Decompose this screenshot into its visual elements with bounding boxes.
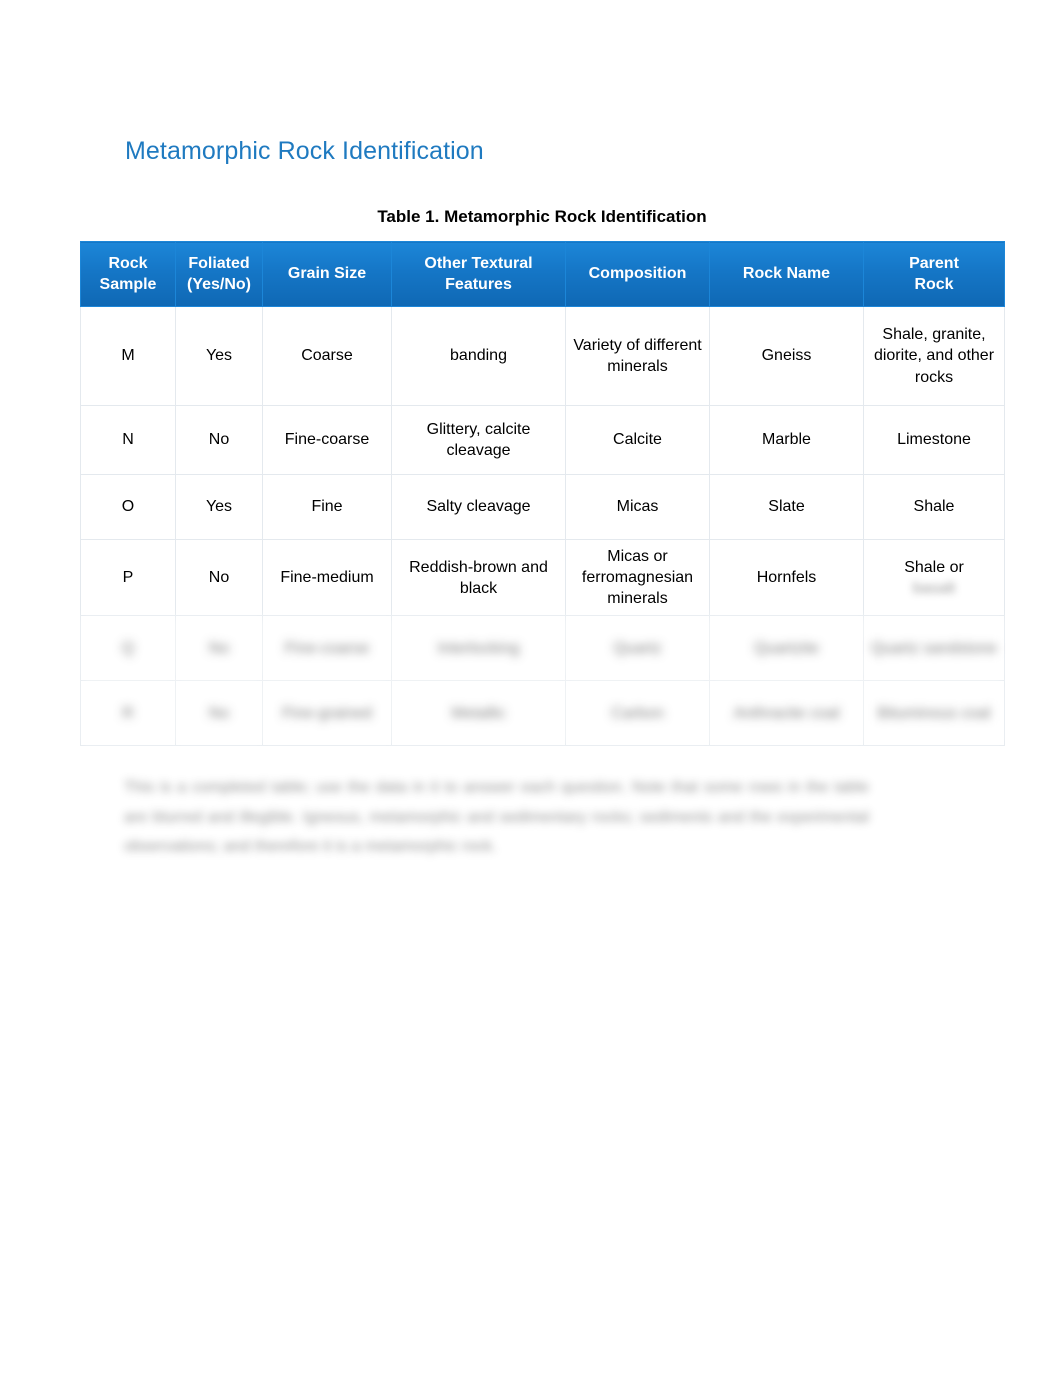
column-header-composition: Composition: [565, 241, 710, 307]
cell-rock-sample: R: [80, 680, 176, 747]
header-line-2: (Yes/No): [186, 276, 251, 293]
cell-composition: Quartz: [565, 615, 710, 682]
table-header: Rock Sample Foliated (Yes/No) Grain Size…: [80, 241, 1005, 307]
table-container: Rock Sample Foliated (Yes/No) Grain Size…: [80, 241, 1005, 747]
parent-rock-text: Shale or: [904, 558, 964, 576]
cell-parent-rock: Shale or basalt: [863, 538, 1005, 617]
body-paragraph: This is a completed table; use the data …: [124, 779, 869, 856]
cell-textural-features: Salty cleavage: [391, 474, 566, 540]
table-row: R No Fine-grained Metallic Carbon Anthra…: [80, 680, 1005, 747]
cell-grain-size: Coarse: [262, 306, 392, 406]
cell-textural-features: Metallic: [391, 680, 566, 747]
cell-parent-rock: Shale, granite, diorite, and other rocks: [863, 306, 1005, 406]
page-title: Metamorphic Rock Identification: [125, 136, 484, 165]
cell-textural-features: Glittery, calcite cleavage: [391, 405, 566, 475]
column-header-grain-size: Grain Size: [262, 241, 392, 307]
cell-composition: Micas or ferromagnesian minerals: [565, 538, 710, 617]
cell-textural-features: banding: [391, 306, 566, 406]
cell-composition: Calcite: [565, 405, 710, 475]
cell-foliated: Yes: [175, 474, 263, 540]
table-header-row: Rock Sample Foliated (Yes/No) Grain Size…: [80, 241, 1005, 307]
header-line-2: Rock: [914, 276, 954, 293]
cell-grain-size: Fine-coarse: [262, 405, 392, 475]
cell-foliated: No: [175, 538, 263, 617]
table-row: N No Fine-coarse Glittery, calcite cleav…: [80, 405, 1005, 475]
column-header-foliated: Foliated (Yes/No): [175, 241, 263, 307]
cell-rock-name: Hornfels: [709, 538, 864, 617]
cell-parent-rock: Bituminous coal: [863, 680, 1005, 747]
cell-grain-size: Fine-medium: [262, 538, 392, 617]
metamorphic-rock-table: Rock Sample Foliated (Yes/No) Grain Size…: [80, 241, 1005, 747]
cell-foliated: No: [175, 615, 263, 682]
column-header-rock-sample: Rock Sample: [80, 241, 176, 307]
cell-foliated: No: [175, 680, 263, 747]
cell-parent-rock: Quartz sandstone: [863, 615, 1005, 682]
table-row: M Yes Coarse banding Variety of differen…: [80, 306, 1005, 406]
cell-composition: Variety of different minerals: [565, 306, 710, 406]
document-page: Metamorphic Rock Identification Table 1.…: [0, 0, 1062, 1377]
cell-grain-size: Fine: [262, 474, 392, 540]
table-row: O Yes Fine Salty cleavage Micas Slate Sh…: [80, 474, 1005, 540]
cell-rock-name: Quartzite: [709, 615, 864, 682]
cell-rock-sample: N: [80, 405, 176, 475]
cell-rock-sample: M: [80, 306, 176, 406]
table-row: Q No Fine-coarse Interlocking Quartz Qua…: [80, 615, 1005, 682]
table-caption: Table 1. Metamorphic Rock Identification: [377, 207, 707, 226]
table-body: M Yes Coarse banding Variety of differen…: [80, 306, 1005, 747]
cell-rock-name: Slate: [709, 474, 864, 540]
cell-foliated: Yes: [175, 306, 263, 406]
header-line-1: Foliated: [188, 254, 250, 272]
cell-textural-features: Reddish-brown and black: [391, 538, 566, 617]
cell-textural-features: Interlocking: [391, 615, 566, 682]
header-line-1: Rock: [108, 254, 148, 272]
cell-rock-name: Marble: [709, 405, 864, 475]
cell-composition: Carbon: [565, 680, 710, 747]
cell-foliated: No: [175, 405, 263, 475]
cell-parent-rock: Shale: [863, 474, 1005, 540]
cell-grain-size: Fine-coarse: [262, 615, 392, 682]
cell-rock-sample: P: [80, 538, 176, 617]
cell-composition: Micas: [565, 474, 710, 540]
header-line-1: Rock Name: [742, 265, 831, 283]
cell-rock-name: Anthracite coal: [709, 680, 864, 747]
cell-grain-size: Fine-grained: [262, 680, 392, 747]
header-line-2: Sample: [99, 276, 157, 293]
column-header-parent-rock: Parent Rock: [863, 241, 1005, 307]
column-header-other-textural-features: Other Textural Features: [391, 241, 566, 307]
header-line-1: Other Textural: [424, 254, 533, 272]
header-line-1: Composition: [588, 265, 687, 283]
column-header-rock-name: Rock Name: [709, 241, 864, 307]
cell-parent-rock: Limestone: [863, 405, 1005, 475]
cell-rock-sample: Q: [80, 615, 176, 682]
table-row: P No Fine-medium Reddish-brown and black…: [80, 538, 1005, 617]
header-line-1: Parent: [909, 254, 959, 272]
header-line-1: Grain Size: [287, 265, 367, 283]
cell-rock-name: Gneiss: [709, 306, 864, 406]
cell-rock-sample: O: [80, 474, 176, 540]
parent-rock-text-blurred: basalt: [912, 579, 956, 597]
header-line-2: Features: [445, 276, 512, 293]
